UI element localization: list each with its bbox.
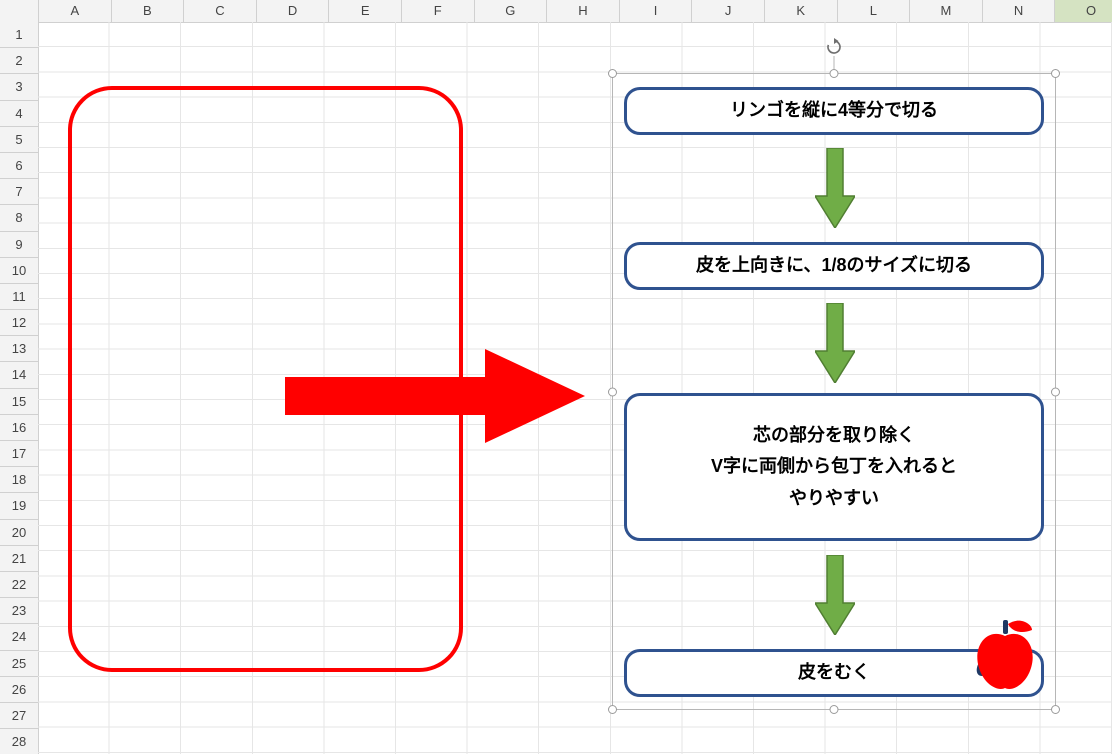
col-head-H[interactable]: H xyxy=(547,0,620,23)
col-head-G[interactable]: G xyxy=(475,0,548,23)
resize-handle-br[interactable] xyxy=(1051,705,1060,714)
row-head-28[interactable]: 28 xyxy=(0,729,39,754)
col-head-N[interactable]: N xyxy=(983,0,1056,23)
row-head-27[interactable]: 27 xyxy=(0,703,39,729)
row-head-7[interactable]: 7 xyxy=(0,179,39,205)
flow-step-2-text: 皮を上向きに、1/8のサイズに切る xyxy=(696,250,972,282)
rotate-handle-icon[interactable] xyxy=(825,38,843,56)
row-head-12[interactable]: 12 xyxy=(0,310,39,336)
row-head-26[interactable]: 26 xyxy=(0,677,39,703)
row-head-6[interactable]: 6 xyxy=(0,153,39,179)
col-head-I[interactable]: I xyxy=(620,0,693,23)
col-head-E[interactable]: E xyxy=(329,0,402,23)
flow-step-2[interactable]: 皮を上向きに、1/8のサイズに切る xyxy=(624,242,1044,290)
col-head-D[interactable]: D xyxy=(257,0,330,23)
red-arrow-shape[interactable] xyxy=(285,349,585,443)
flow-step-3[interactable]: 芯の部分を取り除く V字に両側から包丁を入れると やりやすい xyxy=(624,393,1044,541)
row-head-17[interactable]: 17 xyxy=(0,441,39,467)
col-head-J[interactable]: J xyxy=(692,0,765,23)
col-head-A[interactable]: A xyxy=(39,0,112,23)
row-head-5[interactable]: 5 xyxy=(0,127,39,153)
row-head-8[interactable]: 8 xyxy=(0,205,39,231)
flow-step-3-text: 芯の部分を取り除く V字に両側から包丁を入れると やりやすい xyxy=(711,420,957,515)
down-arrow-icon-2[interactable] xyxy=(815,303,855,383)
row-head-13[interactable]: 13 xyxy=(0,336,39,362)
resize-handle-r[interactable] xyxy=(1051,387,1060,396)
resize-handle-l[interactable] xyxy=(608,387,617,396)
column-headers: A B C D E F G H I J K L M N O xyxy=(0,0,1112,22)
col-head-B[interactable]: B xyxy=(112,0,185,23)
row-head-10[interactable]: 10 xyxy=(0,258,39,284)
col-head-L[interactable]: L xyxy=(838,0,911,23)
row-head-21[interactable]: 21 xyxy=(0,546,39,572)
col-head-F[interactable]: F xyxy=(402,0,475,23)
col-head-K[interactable]: K xyxy=(765,0,838,23)
flow-step-1[interactable]: リンゴを縦に4等分で切る xyxy=(624,87,1044,135)
row-head-16[interactable]: 16 xyxy=(0,415,39,441)
select-all-corner[interactable] xyxy=(0,0,39,23)
row-head-2[interactable]: 2 xyxy=(0,48,39,74)
resize-handle-t[interactable] xyxy=(830,69,839,78)
row-head-24[interactable]: 24 xyxy=(0,624,39,650)
row-head-11[interactable]: 11 xyxy=(0,284,39,310)
apple-icon[interactable] xyxy=(970,618,1040,694)
col-head-C[interactable]: C xyxy=(184,0,257,23)
row-head-9[interactable]: 9 xyxy=(0,232,39,258)
resize-handle-bl[interactable] xyxy=(608,705,617,714)
row-head-19[interactable]: 19 xyxy=(0,493,39,519)
row-head-18[interactable]: 18 xyxy=(0,467,39,493)
down-arrow-icon-3[interactable] xyxy=(815,555,855,635)
resize-handle-tl[interactable] xyxy=(608,69,617,78)
row-head-23[interactable]: 23 xyxy=(0,598,39,624)
row-head-25[interactable]: 25 xyxy=(0,651,39,677)
rotate-handle-line xyxy=(834,56,835,70)
col-head-M[interactable]: M xyxy=(910,0,983,23)
row-head-22[interactable]: 22 xyxy=(0,572,39,598)
row-head-14[interactable]: 14 xyxy=(0,362,39,388)
row-head-20[interactable]: 20 xyxy=(0,520,39,546)
row-head-4[interactable]: 4 xyxy=(0,101,39,127)
row-headers: 1 2 3 4 5 6 7 8 9 10 11 12 13 14 15 16 1… xyxy=(0,22,38,754)
row-head-1[interactable]: 1 xyxy=(0,22,39,48)
resize-handle-tr[interactable] xyxy=(1051,69,1060,78)
flow-step-4-text: 皮をむく xyxy=(798,657,870,689)
flow-step-1-text: リンゴを縦に4等分で切る xyxy=(730,95,938,127)
row-head-3[interactable]: 3 xyxy=(0,74,39,100)
row-head-15[interactable]: 15 xyxy=(0,389,39,415)
col-head-O[interactable]: O xyxy=(1055,0,1112,23)
spreadsheet-canvas: A B C D E F G H I J K L M N O 1 2 3 4 5 … xyxy=(0,0,1112,754)
resize-handle-b[interactable] xyxy=(830,705,839,714)
down-arrow-icon-1[interactable] xyxy=(815,148,855,228)
